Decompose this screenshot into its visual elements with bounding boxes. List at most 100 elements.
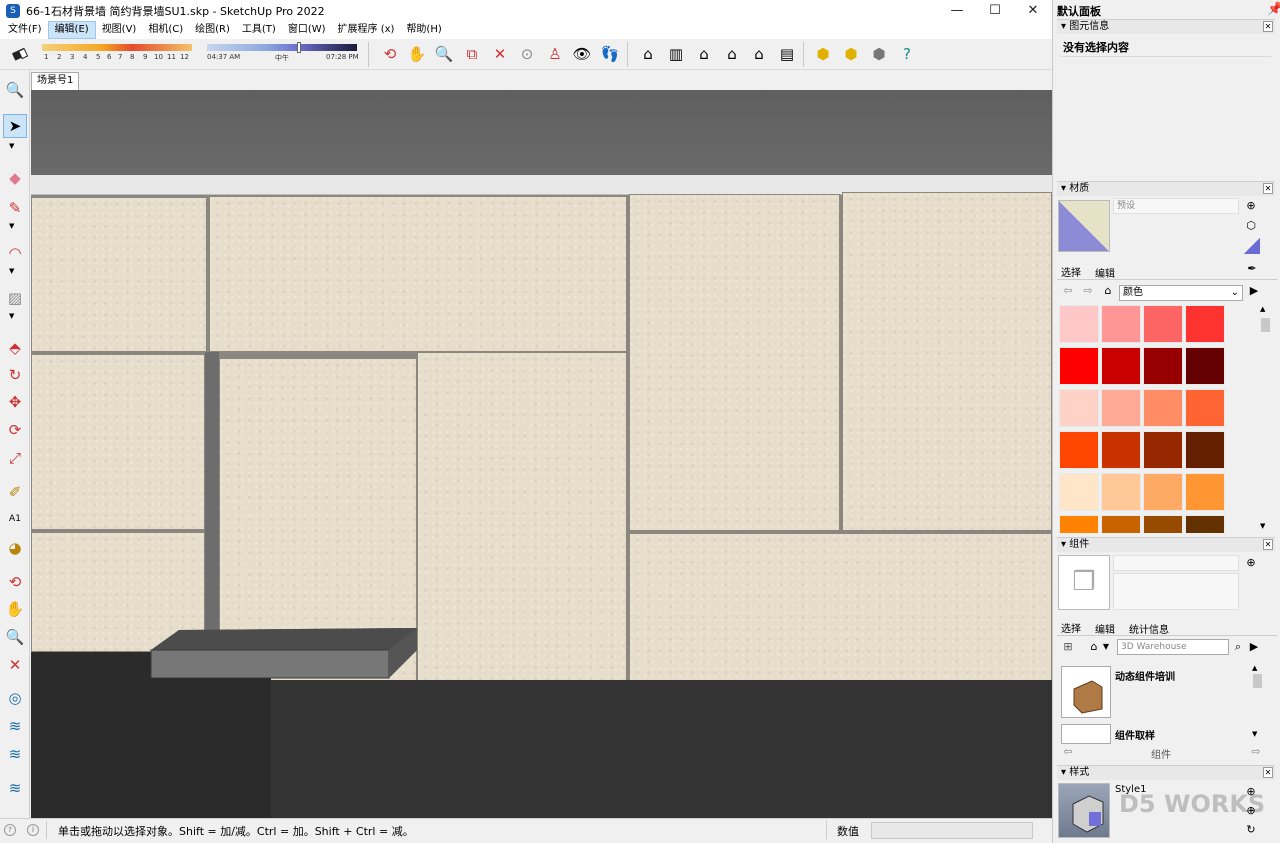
close-icon[interactable]: ✕ — [1263, 539, 1273, 550]
default-material-icon[interactable] — [1244, 238, 1260, 254]
color-swatch[interactable] — [1185, 431, 1225, 469]
component-description-field[interactable] — [1113, 573, 1239, 610]
move-icon[interactable]: ✥ — [3, 390, 27, 414]
entity-info-header[interactable]: ▾ 图元信息 ✕ — [1057, 19, 1275, 34]
scale-icon[interactable]: ⤢ — [3, 446, 27, 470]
shaded-style-icon[interactable]: ⬢ — [839, 43, 863, 65]
previous-view-icon[interactable]: ⊙ — [515, 43, 539, 65]
menu-extensions[interactable]: 扩展程序 (x) — [332, 22, 401, 38]
monochrome-style-icon[interactable]: ⬢ — [867, 43, 891, 65]
menu-help[interactable]: 帮助(H) — [400, 22, 447, 38]
shadow-time-slider[interactable]: 04:37 AM 中午 07:28 PM — [205, 39, 360, 70]
components-tab-select[interactable]: 选择 — [1061, 620, 1081, 635]
paint-bucket-icon[interactable]: ◕ — [3, 536, 27, 560]
swatch-scrollbar[interactable]: ▲ ▼ — [1260, 305, 1272, 533]
menu-draw[interactable]: 绘图(R) — [189, 22, 236, 38]
minimize-button[interactable]: — — [938, 0, 976, 21]
display-secondary-icon[interactable]: ⊕ — [1244, 556, 1258, 570]
scroll-thumb[interactable] — [1261, 318, 1270, 332]
color-swatch[interactable] — [1101, 347, 1141, 385]
menu-file[interactable]: 文件(F) — [2, 22, 48, 38]
details-arrow-icon[interactable]: ▶ — [1247, 284, 1261, 298]
zoom-icon[interactable]: 🔍 — [432, 43, 456, 65]
close-icon[interactable]: ✕ — [1263, 183, 1273, 194]
create-material-icon[interactable]: ⬡ — [1244, 219, 1258, 233]
walk-footsteps-icon[interactable]: 👣 — [598, 43, 622, 65]
push-pull-icon[interactable]: ⬘ — [3, 336, 27, 360]
color-swatch[interactable] — [1101, 431, 1141, 469]
xray-style-icon[interactable]: ⬢ — [811, 43, 835, 65]
component-item-title[interactable]: 动态组件培训 — [1115, 668, 1175, 683]
component-scrollbar[interactable]: ▲ ▼ — [1252, 664, 1264, 744]
color-swatch[interactable] — [1143, 347, 1183, 385]
select-arrow-icon[interactable]: ➤ — [3, 114, 27, 138]
color-swatch[interactable] — [1185, 389, 1225, 427]
color-swatch[interactable] — [1101, 389, 1141, 427]
color-swatch[interactable] — [1059, 431, 1099, 469]
scroll-thumb[interactable] — [1253, 674, 1262, 688]
display-secondary-icon[interactable]: ⊕ — [1244, 199, 1258, 213]
pencil-line-icon[interactable]: ✎ — [3, 196, 27, 220]
rotate-icon[interactable]: ⟳ — [3, 418, 27, 442]
tape-measure-icon[interactable]: ✐ — [3, 480, 27, 504]
help-cube-icon[interactable]: ? — [895, 43, 919, 65]
time-slider-handle[interactable] — [297, 42, 301, 53]
position-camera-icon[interactable]: ♙ — [543, 43, 567, 65]
orbit-icon[interactable]: ⟲ — [378, 43, 402, 65]
sandbox-stamp-icon[interactable]: ≋ — [3, 776, 27, 800]
back-arrow-icon[interactable]: ⇦ — [1061, 284, 1075, 298]
materials-tab-edit[interactable]: 编辑 — [1095, 265, 1115, 280]
model-viewport[interactable] — [31, 90, 1052, 818]
search-icon[interactable]: ⌕ — [1231, 640, 1245, 654]
color-swatch[interactable] — [1059, 305, 1099, 343]
chevron-down-icon[interactable]: ▼ — [1099, 640, 1113, 654]
eraser-select-icon[interactable] — [8, 43, 32, 65]
pan-hand-icon[interactable]: ✋ — [3, 597, 27, 621]
eraser-icon[interactable]: ◆ — [3, 166, 27, 190]
materials-tab-select[interactable]: 选择 — [1061, 264, 1081, 279]
scroll-up-icon[interactable]: ▲ — [1252, 664, 1257, 672]
component-thumbnail[interactable] — [1061, 666, 1111, 718]
material-name-field[interactable]: 预设 — [1113, 198, 1239, 214]
menu-view[interactable]: 视图(V) — [96, 22, 143, 38]
maximize-button[interactable]: ☐ — [976, 0, 1014, 21]
material-library-select[interactable]: 颜色 ⌄ — [1119, 285, 1243, 301]
top-view-icon[interactable]: ▥ — [664, 43, 688, 65]
color-swatch[interactable] — [1185, 473, 1225, 511]
shadow-month-slider[interactable]: 1 2 3 4 5 6 7 8 9 10 11 12 — [40, 39, 195, 70]
look-around-eye-icon[interactable]: 👁 — [570, 43, 594, 65]
zoom-extents-icon[interactable]: ✕ — [488, 43, 512, 65]
front-view-icon[interactable]: ⌂ — [692, 43, 716, 65]
color-swatch[interactable] — [1143, 431, 1183, 469]
menu-window[interactable]: 窗口(W) — [282, 22, 332, 38]
color-swatch[interactable] — [1059, 347, 1099, 385]
color-swatch[interactable] — [1143, 473, 1183, 511]
menu-camera[interactable]: 相机(C) — [142, 22, 189, 38]
create-style-icon[interactable]: ⊕ — [1244, 804, 1258, 818]
zoom-icon[interactable]: 🔍 — [3, 625, 27, 649]
color-swatch[interactable] — [1101, 473, 1141, 511]
left-view-icon[interactable]: ▤ — [775, 43, 799, 65]
component-name-field[interactable] — [1113, 555, 1239, 571]
orbit-icon[interactable]: ⟲ — [3, 570, 27, 594]
text-label-icon[interactable]: A1 — [3, 507, 27, 531]
sandbox-scratch-icon[interactable]: ≋ — [3, 714, 27, 738]
color-swatch[interactable] — [1101, 305, 1141, 343]
color-swatch[interactable] — [1059, 389, 1099, 427]
close-button[interactable]: ✕ — [1014, 0, 1052, 21]
styles-header[interactable]: ▾ 样式 ✕ — [1057, 765, 1275, 780]
geo-location-icon[interactable]: ? — [4, 824, 16, 836]
details-arrow-icon[interactable]: ▶ — [1247, 640, 1261, 654]
components-header[interactable]: ▾ 组件 ✕ — [1057, 537, 1275, 552]
home-icon[interactable]: ⌂ — [1101, 284, 1115, 298]
display-secondary-icon[interactable]: ⊕ — [1244, 785, 1258, 799]
zoom-extents-icon[interactable]: ✕ — [3, 653, 27, 677]
scroll-down-icon[interactable]: ▼ — [1260, 522, 1265, 530]
color-swatch[interactable] — [1059, 473, 1099, 511]
color-swatch[interactable] — [1185, 515, 1225, 533]
pan-hand-icon[interactable]: ✋ — [405, 43, 429, 65]
sandbox-smoove-icon[interactable]: ≋ — [3, 742, 27, 766]
menu-tools[interactable]: 工具(T) — [236, 22, 282, 38]
scroll-up-icon[interactable]: ▲ — [1260, 305, 1265, 313]
rectangle-icon[interactable]: ▨ — [3, 286, 27, 310]
